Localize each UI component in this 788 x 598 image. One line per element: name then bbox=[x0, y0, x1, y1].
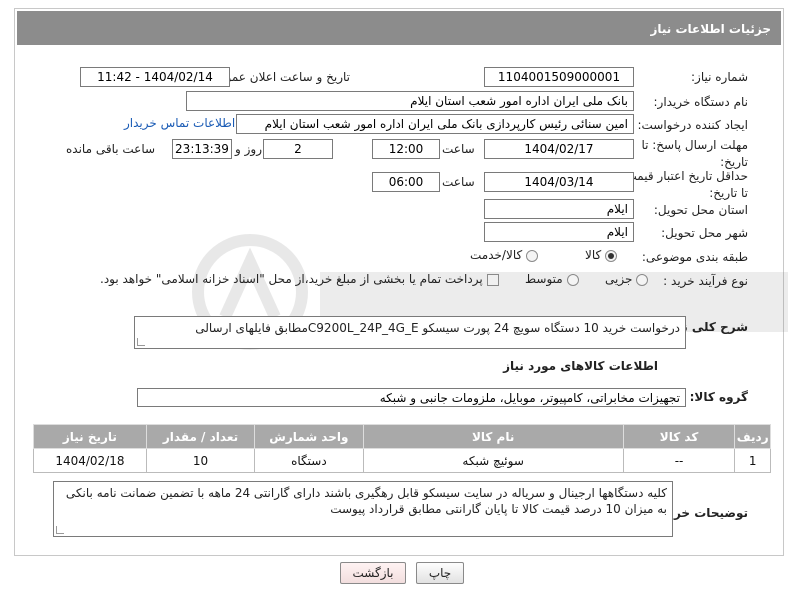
price-time-field: 06:00 bbox=[372, 172, 440, 192]
need-number-label: شماره نیاز: bbox=[691, 70, 748, 84]
process-option-partial[interactable]: جزیی bbox=[605, 272, 649, 286]
cell-unit: دستگاه bbox=[254, 448, 364, 473]
cell-quantity: 10 bbox=[145, 448, 256, 473]
reply-time-field: 12:00 bbox=[372, 139, 440, 159]
buyer-org-field: بانک ملی ایران اداره امور شعب استان ایلا… bbox=[186, 91, 634, 111]
cell-code: -- bbox=[622, 448, 736, 473]
col-code: کد کالا bbox=[622, 424, 736, 449]
cell-need-date: 1404/02/18 bbox=[33, 448, 147, 473]
city-label: شهر محل تحویل: bbox=[661, 226, 748, 240]
province-label: استان محل تحویل: bbox=[653, 203, 748, 217]
payment-note: پرداخت تمام یا بخشی از مبلغ خرید،از محل … bbox=[100, 272, 499, 286]
reply-time-label: ساعت bbox=[442, 142, 475, 156]
price-validity-label: حداقل تاریخ اعتبار قیمت: تا تاریخ: bbox=[621, 169, 748, 200]
reply-deadline-label: مهلت ارسال پاسخ: تا تاریخ: bbox=[641, 138, 748, 169]
buyer-notes-textarea: کلیه دستگاهها ارجینال و سریاله در سایت س… bbox=[53, 481, 673, 537]
category-option-goods[interactable]: کالا bbox=[585, 248, 618, 262]
announce-datetime-field: 1404/02/14 - 11:42 bbox=[80, 67, 230, 87]
days-count-field: 2 bbox=[263, 139, 333, 159]
radio-partial[interactable] bbox=[636, 273, 649, 286]
buyer-contact-link[interactable]: اطلاعات تماس خریدار bbox=[124, 116, 235, 130]
goods-group-label: گروه کالا: bbox=[689, 390, 748, 404]
goods-group-field: تجهیزات مخابراتی، کامپیوتر، موبایل، ملزو… bbox=[137, 388, 686, 407]
payment-checkbox[interactable] bbox=[486, 273, 499, 286]
col-unit: واحد شمارش bbox=[254, 424, 364, 449]
col-row: ردیف bbox=[734, 424, 771, 449]
category-label: طبقه بندی موضوعی: bbox=[641, 250, 748, 264]
city-field: ایلام bbox=[484, 222, 634, 242]
description-text: درخواست خرید 10 دستگاه سویچ 24 پورت سیسک… bbox=[195, 321, 680, 335]
back-button[interactable]: بازگشت bbox=[340, 562, 406, 584]
creator-field: امین سنائی رئیس کارپردازی بانک ملی ایران… bbox=[236, 114, 634, 134]
col-name: نام کالا bbox=[362, 424, 624, 449]
goods-section-title: اطلاعات کالاهای مورد نیاز bbox=[503, 359, 658, 373]
resize-grip-icon[interactable] bbox=[137, 338, 145, 346]
process-option-medium[interactable]: متوسط bbox=[525, 272, 579, 286]
price-time-label: ساعت bbox=[442, 175, 475, 189]
need-number-field: 1104001509000001 bbox=[484, 67, 634, 87]
process-type-label: نوع فرآیند خرید : bbox=[663, 274, 748, 288]
days-label: روز و bbox=[235, 142, 262, 156]
goods-table: ردیف کد کالا نام کالا واحد شمارش تعداد /… bbox=[33, 424, 771, 473]
goods-table-header: ردیف کد کالا نام کالا واحد شمارش تعداد /… bbox=[33, 424, 771, 449]
radio-goods-service[interactable] bbox=[526, 249, 539, 262]
description-textarea: درخواست خرید 10 دستگاه سویچ 24 پورت سیسک… bbox=[134, 316, 686, 349]
col-quantity: تعداد / مقدار bbox=[145, 424, 256, 449]
table-row: 1 -- سوئیچ شبکه دستگاه 10 1404/02/18 bbox=[33, 448, 771, 473]
price-date-field: 1404/03/14 bbox=[484, 172, 634, 192]
buyer-org-label: نام دستگاه خریدار: bbox=[653, 95, 749, 109]
cell-name: سوئیچ شبکه bbox=[362, 448, 624, 473]
remaining-time-label: ساعت باقی مانده bbox=[66, 142, 156, 156]
remaining-time-field: 23:13:39 bbox=[172, 139, 232, 159]
creator-label: ایجاد کننده درخواست: bbox=[637, 118, 748, 132]
category-option-goods-service[interactable]: کالا/خدمت bbox=[470, 248, 539, 262]
buyer-notes-text: کلیه دستگاهها ارجینال و سریاله در سایت س… bbox=[65, 486, 667, 516]
col-need-date: تاریخ نیاز bbox=[33, 424, 147, 449]
print-button[interactable]: چاپ bbox=[416, 562, 464, 584]
cell-row: 1 bbox=[734, 448, 771, 473]
panel-title: جزئیات اطلاعات نیاز bbox=[17, 11, 781, 45]
reply-date-field: 1404/02/17 bbox=[484, 139, 634, 159]
radio-medium[interactable] bbox=[566, 273, 579, 286]
radio-goods[interactable] bbox=[605, 249, 618, 262]
resize-grip-icon[interactable] bbox=[56, 526, 64, 534]
province-field: ایلام bbox=[484, 199, 634, 219]
